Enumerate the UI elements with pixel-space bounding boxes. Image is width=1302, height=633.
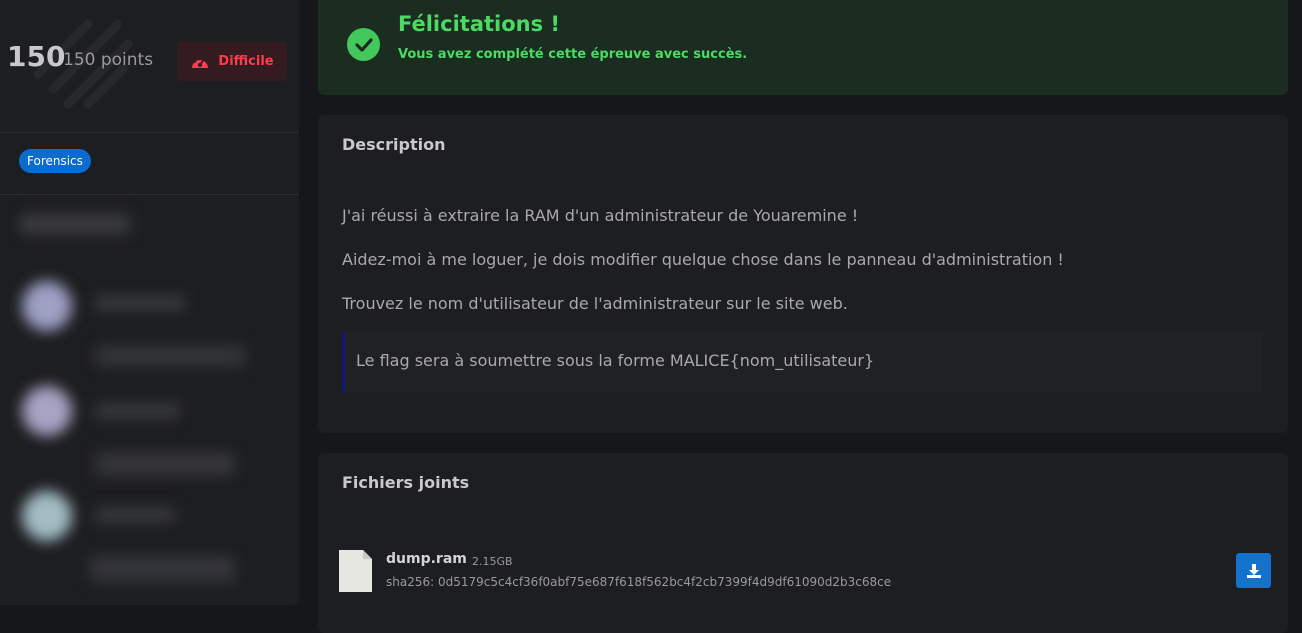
blurred-heading	[20, 214, 130, 234]
blurred-avatar	[22, 386, 72, 436]
blurred-text	[95, 452, 235, 476]
divider	[0, 194, 299, 195]
description-paragraph: J'ai réussi à extraire la RAM d'un admin…	[342, 206, 859, 225]
blurred-solvers-list	[0, 196, 299, 605]
difficulty-label: Difficile	[218, 54, 274, 69]
blurred-text	[95, 508, 175, 522]
download-button[interactable]	[1236, 553, 1271, 588]
download-icon	[1246, 563, 1261, 578]
blurred-text	[95, 296, 185, 310]
success-alert: Félicitations ! Vous avez complété cette…	[318, 0, 1288, 95]
flag-format-text: Le flag sera à soumettre sous la forme M…	[356, 351, 875, 370]
tag-forensics[interactable]: Forensics	[19, 149, 91, 173]
description-title: Description	[342, 135, 446, 154]
check-circle-icon	[347, 28, 380, 61]
description-paragraph: Trouvez le nom d'utilisateur de l'admini…	[342, 294, 848, 313]
success-title: Félicitations !	[398, 12, 560, 36]
attachments-card: Fichiers joints dump.ram 2.15GB sha256: …	[318, 453, 1288, 633]
file-icon	[339, 550, 372, 592]
points-value: 150	[7, 40, 66, 73]
file-name[interactable]: dump.ram	[386, 551, 467, 567]
file-size: 2.15GB	[472, 555, 513, 568]
flag-format-note: Le flag sera à soumettre sous la forme M…	[342, 332, 1263, 393]
points-label: 150 points	[63, 50, 154, 70]
success-message: Vous avez complété cette épreuve avec su…	[398, 47, 748, 62]
points-section: 150 150 points Difficile	[0, 0, 299, 132]
speedometer-icon	[192, 57, 209, 68]
blurred-text	[95, 404, 180, 418]
tags-section: Forensics	[0, 133, 299, 194]
blurred-avatar	[22, 491, 72, 541]
description-card: Description J'ai réussi à extraire la RA…	[318, 115, 1288, 433]
blurred-text	[90, 556, 235, 582]
file-hash: sha256: 0d5179c5c4cf36f0abf75e687f618f56…	[386, 575, 892, 589]
challenge-sidebar: 150 150 points Difficile Forensics	[0, 0, 299, 605]
blurred-avatar	[22, 281, 72, 331]
description-paragraph: Aidez-moi à me loguer, je dois modifier …	[342, 250, 1064, 269]
checkmark-icon	[354, 37, 373, 52]
attachments-title: Fichiers joints	[342, 473, 470, 492]
difficulty-badge: Difficile	[177, 42, 287, 81]
blurred-text	[95, 346, 245, 366]
